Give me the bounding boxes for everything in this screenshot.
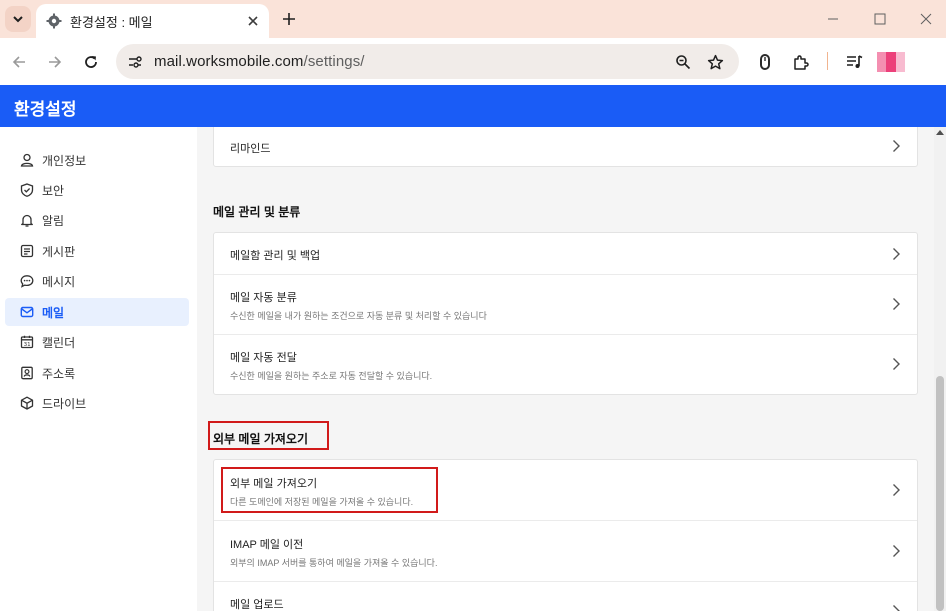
sidebar-item-personal-info[interactable]: 개인정보 (5, 146, 189, 174)
new-tab-button[interactable] (278, 8, 300, 30)
chevron-right-icon (893, 545, 900, 557)
row-title: 메일 자동 전달 (230, 352, 297, 364)
chevron-right-icon (893, 605, 900, 611)
mouse-extension-icon[interactable] (753, 50, 777, 74)
row-title: 리마인드 (230, 143, 271, 155)
sidebar-item-label: 개인정보 (42, 153, 87, 168)
sidebar-item-label: 게시판 (42, 244, 76, 259)
forward-button[interactable] (42, 49, 68, 75)
maximize-icon (874, 13, 886, 25)
contacts-icon (19, 365, 35, 381)
chevron-right-icon (893, 248, 900, 260)
reload-icon (85, 56, 97, 68)
bell-icon (19, 212, 35, 228)
back-button[interactable] (6, 49, 32, 75)
arrow-right-icon (49, 56, 62, 68)
window-close-button[interactable] (903, 6, 946, 32)
sidebar-item-drive[interactable]: 드라이브 (5, 389, 189, 417)
gear-icon (46, 13, 62, 29)
board-icon (19, 243, 35, 259)
settings-row-auto-forward[interactable]: 메일 자동 전달 수신한 메일을 원하는 주소로 자동 전달할 수 있습니다. (214, 334, 917, 394)
sidebar-item-mail[interactable]: 메일 (5, 298, 189, 326)
sidebar-item-label: 주소록 (42, 366, 76, 381)
minimize-button[interactable] (810, 6, 856, 32)
toolbar-separator (827, 52, 828, 70)
zoom-icon[interactable] (672, 51, 694, 73)
general-settings-card: 리마인드 (213, 127, 918, 167)
sidebar-item-label: 메시지 (42, 274, 76, 289)
settings-row-remind[interactable]: 리마인드 (214, 127, 917, 166)
person-icon (19, 152, 35, 168)
chevron-right-icon (893, 484, 900, 496)
chevron-down-icon (13, 16, 23, 23)
sidebar-item-label: 알림 (42, 213, 65, 228)
settings-content: 리마인드 메일 관리 및 분류 메일함 관리 및 백업 메일 자동 분류 수신한… (197, 127, 934, 611)
calendar-icon: 31 (19, 334, 35, 350)
app-header: 환경설정 (0, 85, 946, 127)
row-title: IMAP 메일 이전 (230, 539, 304, 551)
chevron-right-icon (893, 298, 900, 310)
sidebar-item-board[interactable]: 게시판 (5, 237, 189, 265)
url-path: /settings/ (303, 53, 365, 70)
mail-icon (19, 304, 35, 320)
close-icon (920, 13, 932, 25)
sidebar-item-label: 메일 (42, 305, 65, 320)
sidebar-item-calendar[interactable]: 31 캘린더 (5, 328, 189, 356)
maximize-button[interactable] (857, 6, 903, 32)
settings-row-auto-sort[interactable]: 메일 자동 분류 수신한 메일을 내가 원하는 조건으로 자동 분류 및 처리할… (214, 274, 917, 334)
sidebar-item-security[interactable]: 보안 (5, 176, 189, 204)
mail-management-card: 메일함 관리 및 백업 메일 자동 분류 수신한 메일을 내가 원하는 조건으로… (213, 232, 918, 395)
settings-sidebar: 개인정보 보안 알림 게시판 메시지 메일 31 캘린더 주소록 드라이브 (0, 127, 197, 611)
url-host: mail.worksmobile.com (154, 53, 304, 70)
scroll-up-arrow-icon[interactable] (936, 130, 944, 135)
shield-icon (19, 182, 35, 198)
sidebar-item-contacts[interactable]: 주소록 (5, 359, 189, 387)
browser-tab-active[interactable]: 환경설정 : 메일 (36, 4, 269, 38)
arrow-left-icon (12, 56, 25, 68)
tab-title: 환경설정 : 메일 (70, 14, 153, 30)
row-title: 메일함 관리 및 백업 (230, 250, 321, 262)
scrollbar-thumb[interactable] (936, 376, 944, 611)
sidebar-item-label: 보안 (42, 183, 65, 198)
row-description: 수신한 메일을 내가 원하는 조건으로 자동 분류 및 처리할 수 있습니다 (230, 311, 487, 321)
tab-search-button[interactable] (5, 6, 31, 32)
profile-avatar[interactable] (877, 52, 905, 72)
url-text: mail.worksmobile.com/settings/ (154, 53, 365, 70)
row-title: 메일 자동 분류 (230, 292, 297, 304)
svg-text:31: 31 (24, 342, 31, 348)
reload-button[interactable] (78, 49, 104, 75)
drive-icon (19, 395, 35, 411)
section-title-external-import: 외부 메일 가져오기 (213, 432, 308, 446)
plus-icon (283, 13, 295, 25)
page-scrollbar[interactable] (934, 127, 946, 611)
settings-row-imap-migration[interactable]: IMAP 메일 이전 외부의 IMAP 서버를 통하여 메일을 가져올 수 있습… (214, 520, 917, 581)
extensions-puzzle-icon[interactable] (789, 50, 813, 74)
row-title: 메일 업로드 (230, 599, 284, 611)
row-description: 외부의 IMAP 서버를 통하여 메일을 가져올 수 있습니다. (230, 558, 438, 568)
minimize-icon (828, 18, 838, 20)
bookmark-star-icon[interactable] (704, 51, 726, 73)
sidebar-item-notifications[interactable]: 알림 (5, 206, 189, 234)
browser-tab-strip: 환경설정 : 메일 (0, 0, 946, 38)
section-title-mail-management: 메일 관리 및 분류 (213, 205, 301, 219)
page-title: 환경설정 (14, 100, 77, 119)
row-description: 수신한 메일을 원하는 주소로 자동 전달할 수 있습니다. (230, 371, 433, 381)
close-tab-icon[interactable] (245, 13, 261, 29)
settings-row-mailbox-backup[interactable]: 메일함 관리 및 백업 (214, 233, 917, 274)
highlight-box-row (221, 467, 438, 513)
chat-icon (19, 273, 35, 289)
browser-toolbar: mail.worksmobile.com/settings/ (0, 38, 946, 85)
sidebar-item-messages[interactable]: 메시지 (5, 267, 189, 295)
address-bar[interactable]: mail.worksmobile.com/settings/ (116, 44, 739, 79)
sidebar-item-label: 드라이브 (42, 396, 87, 411)
chevron-right-icon (893, 140, 900, 152)
media-queue-icon[interactable] (843, 50, 867, 74)
settings-row-mail-upload[interactable]: 메일 업로드 (214, 581, 917, 611)
site-info-icon[interactable] (123, 50, 147, 74)
chevron-right-icon (893, 358, 900, 370)
sidebar-item-label: 캘린더 (42, 335, 76, 350)
